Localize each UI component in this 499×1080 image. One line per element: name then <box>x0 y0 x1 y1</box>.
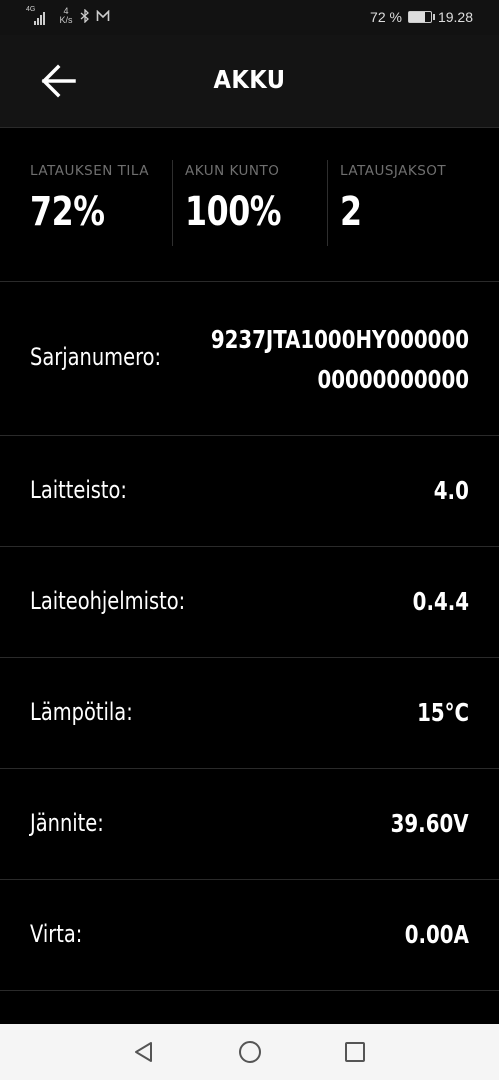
battery-fill <box>408 12 425 22</box>
nav-back-button[interactable] <box>132 1040 156 1064</box>
detail-row-current: Virta: 0.00A <box>0 880 499 991</box>
detail-row-voltage: Jännite: 39.60V <box>0 769 499 880</box>
status-bar-left: 4G 4 K/s <box>26 6 110 25</box>
network-speed: 4 K/s <box>58 7 74 25</box>
serial-line-2: 00000000000 <box>317 365 469 394</box>
page-title: AKKU <box>213 65 286 94</box>
nav-home-button[interactable] <box>238 1040 262 1064</box>
square-recents-icon <box>345 1042 365 1062</box>
detail-value: 15°C <box>417 698 469 727</box>
network-speed-unit: K/s <box>59 15 73 25</box>
detail-value: 39.60V <box>391 809 469 838</box>
bluetooth-icon <box>80 9 89 23</box>
status-bar: 4G 4 K/s 72 % 19.28 <box>0 0 499 35</box>
stat-charge-cycles: LATAUSJAKSOT 2 <box>327 160 446 246</box>
detail-row-firmware: Laiteohjelmisto: 0.4.4 <box>0 547 499 658</box>
stat-label: LATAUSJAKSOT <box>340 163 447 179</box>
stat-value: 72% <box>30 189 105 235</box>
mail-icon <box>96 10 110 21</box>
battery-percent: 72 % <box>370 9 402 25</box>
app-header: AKKU <box>0 35 499 128</box>
detail-label: Laiteohjelmisto: <box>30 587 186 615</box>
detail-label: Sarjanumero: <box>30 343 162 371</box>
battery-stats: LATAUKSEN TILA 72% AKUN KUNTO 100% LATAU… <box>0 128 499 282</box>
stat-value: 100% <box>185 189 282 235</box>
serial-number-value: 9237JTA1000HY000000 00000000000 <box>205 320 469 400</box>
clock: 19.28 <box>437 9 473 25</box>
battery-icon <box>407 11 435 23</box>
detail-value: 4.0 <box>433 476 469 505</box>
stat-charge-state: LATAUKSEN TILA 72% <box>30 160 149 246</box>
stat-value: 2 <box>340 189 362 235</box>
detail-label: Laitteisto: <box>30 476 127 504</box>
stat-battery-health: AKUN KUNTO 100% <box>172 160 294 246</box>
detail-label: Jännite: <box>30 809 104 837</box>
detail-row-hardware: Laitteisto: 4.0 <box>0 436 499 547</box>
detail-row-serial: Sarjanumero: 9237JTA1000HY000000 0000000… <box>0 282 499 436</box>
detail-value: 0.4.4 <box>412 587 469 616</box>
circle-home-icon <box>239 1041 261 1063</box>
triangle-back-icon <box>135 1042 152 1062</box>
detail-label: Lämpötila: <box>30 698 133 726</box>
detail-value: 0.00A <box>404 920 469 949</box>
detail-row-temperature: Lämpötila: 15°C <box>0 658 499 769</box>
system-nav-bar <box>0 1024 499 1080</box>
stat-label: AKUN KUNTO <box>185 163 280 179</box>
nav-recents-button[interactable] <box>343 1040 367 1064</box>
serial-line-1: 9237JTA1000HY000000 <box>210 325 469 354</box>
stat-label: LATAUKSEN TILA <box>30 163 149 179</box>
signal-icon: 4G <box>26 6 52 25</box>
detail-label: Virta: <box>30 920 83 948</box>
status-bar-right: 72 % 19.28 <box>370 9 473 25</box>
